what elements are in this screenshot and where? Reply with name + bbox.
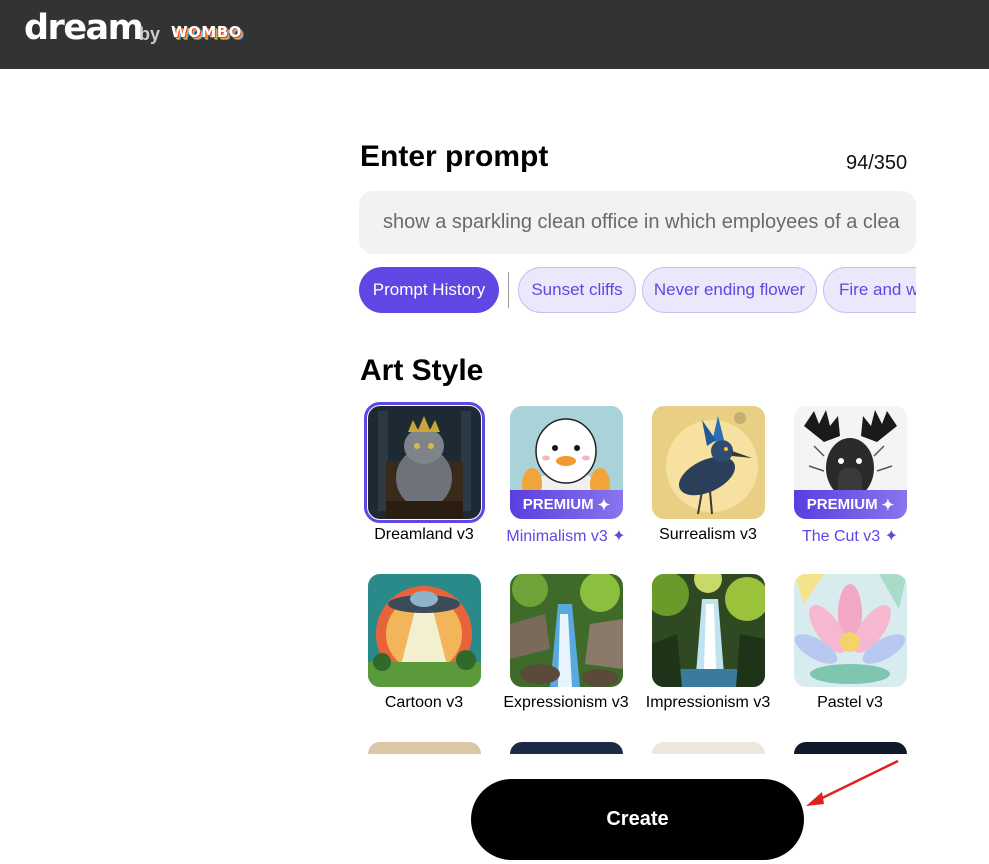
style-label: The Cut v3 ✦ [801,528,899,545]
bird-image [652,406,765,519]
minimalism-thumbnail[interactable]: PREMIUM ✦ [510,406,623,519]
style-label: Pastel v3 [817,694,883,711]
sparkle-icon: ✦ [881,496,895,514]
prompt-field[interactable] [359,191,916,254]
style-thumbnail-partial[interactable] [794,742,907,754]
style-label: Minimalism v3 ✦ [506,528,626,545]
the-cut-thumbnail[interactable]: PREMIUM ✦ [794,406,907,519]
prompt-title: Enter prompt [360,140,549,173]
prompt-history-button[interactable]: Prompt History [359,267,499,313]
premium-badge: PREMIUM ✦ [510,490,623,519]
create-button[interactable]: Create [471,779,804,860]
expressionism-thumbnail[interactable] [510,574,623,687]
sparkle-icon: ✦ [597,496,611,514]
character-counter: 94/350 [846,152,908,174]
cat-king-image [368,406,481,519]
ufo-image [368,574,481,687]
waterfall-rocks-image [510,574,623,687]
impressionism-thumbnail[interactable] [652,574,765,687]
lotus-flower-image [794,574,907,687]
top-bar: dream by WOMBO [0,0,989,69]
style-thumbnail-partial[interactable] [510,742,623,754]
pastel-thumbnail[interactable] [794,574,907,687]
style-thumbnail-partial[interactable] [368,742,481,754]
style-label: Cartoon v3 [384,694,464,711]
chip-divider [508,272,509,308]
style-label: Expressionism v3 [503,694,629,711]
style-thumbnail-partial[interactable] [652,742,765,754]
annotation-arrow-icon [806,759,899,806]
wombo-logo[interactable]: WOMBO [171,23,242,41]
suggestion-chip-sunset-cliffs[interactable]: Sunset cliffs [518,267,636,313]
dream-logo[interactable]: dream [24,8,144,48]
prompt-chips: Prompt History Sunset cliffs Never endin… [359,267,916,314]
forest-waterfall-image [652,574,765,687]
cartoon-thumbnail[interactable] [368,574,481,687]
dreamland-thumbnail[interactable] [364,402,485,523]
suggestion-chip-fire-and-water[interactable]: Fire and wa [823,267,916,313]
premium-badge: PREMIUM ✦ [794,490,907,519]
style-label: Surrealism v3 [659,526,757,543]
art-style-title: Art Style [360,354,484,387]
by-label: by [139,24,161,44]
surrealism-thumbnail[interactable] [652,406,765,519]
suggestion-chip-never-ending-flower[interactable]: Never ending flower [642,267,817,313]
style-label: Dreamland v3 [374,526,474,543]
prompt-input[interactable] [383,191,903,254]
style-label: Impressionism v3 [645,694,771,711]
